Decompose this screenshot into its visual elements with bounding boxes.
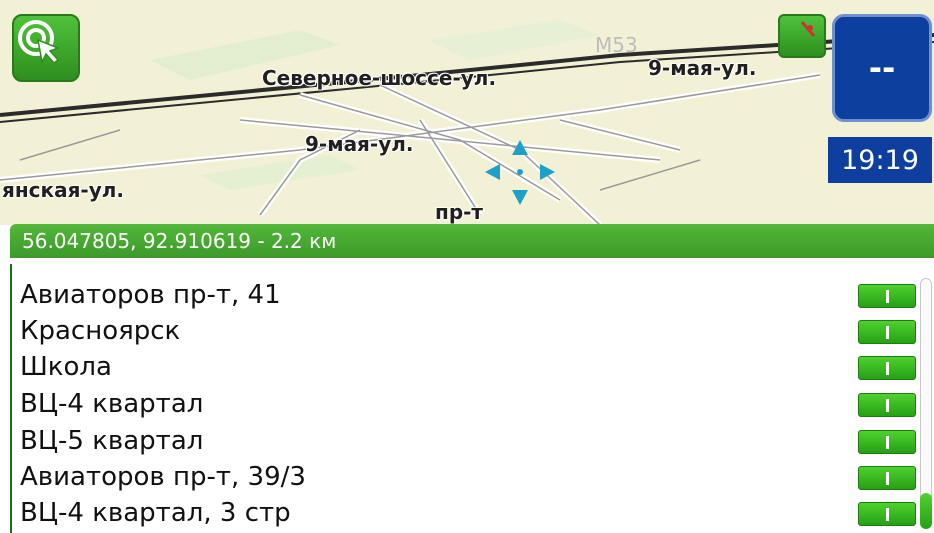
list-item-label: ВЦ-4 квартал	[20, 389, 204, 419]
info-icon	[886, 472, 889, 485]
list-item[interactable]: Авиаторов пр-т, 41	[20, 278, 916, 314]
info-icon	[886, 290, 889, 303]
scrollbar-thumb[interactable]	[920, 493, 932, 529]
street-label-yanskaya: янская-ул.	[2, 178, 125, 202]
list-item-label: ВЦ-4 квартал, 3 стр	[20, 498, 291, 528]
info-icon	[886, 326, 889, 339]
info-icon	[886, 436, 889, 449]
info-icon	[886, 399, 889, 412]
coordinates-bar: 56.047805, 92.910619 - 2.2 км	[10, 224, 934, 258]
list-item-label: Красноярск	[20, 316, 181, 346]
list-item[interactable]: ВЦ-4 квартал, 3 стр	[20, 496, 916, 532]
speed-display: --	[832, 14, 932, 122]
street-label-severnoe: Северное-шоссе-ул.	[262, 66, 497, 90]
list-item[interactable]: Красноярск	[20, 314, 916, 350]
info-button[interactable]	[858, 284, 916, 308]
list-scrollbar[interactable]	[920, 278, 932, 528]
info-icon	[886, 508, 889, 521]
list-item[interactable]: ВЦ-5 квартал	[20, 424, 916, 460]
info-button[interactable]	[858, 320, 916, 344]
list-item-label: Авиаторов пр-т, 39/3	[20, 462, 306, 492]
street-label-9-may-center: 9-мая-ул.	[305, 132, 414, 156]
list-item[interactable]: Школа	[20, 350, 916, 386]
street-label-9-may-right: 9-мая-ул.	[648, 56, 757, 80]
locate-button[interactable]	[12, 14, 80, 82]
info-icon	[886, 362, 889, 375]
list-item-label: Школа	[20, 352, 112, 382]
info-button[interactable]	[858, 430, 916, 454]
list-item[interactable]: ВЦ-4 квартал	[20, 387, 916, 423]
info-button[interactable]	[858, 393, 916, 417]
highway-label-m53: М53	[595, 33, 638, 57]
list-item[interactable]: Авиаторов пр-т, 39/3	[20, 460, 916, 496]
gps-status-icon	[800, 21, 816, 37]
info-button[interactable]	[858, 466, 916, 490]
clock-display: 19:19	[828, 137, 932, 183]
street-label-pr-t: пр-т	[435, 200, 484, 224]
info-button[interactable]	[858, 502, 916, 526]
list-item-label: ВЦ-5 квартал	[20, 426, 204, 456]
target-cursor-icon	[18, 20, 61, 65]
info-button[interactable]	[858, 356, 916, 380]
gps-status-button[interactable]	[778, 14, 826, 58]
list-item-label: Авиаторов пр-т, 41	[20, 280, 281, 310]
results-list[interactable]: Авиаторов пр-т, 41 Красноярск Школа ВЦ-4…	[10, 264, 916, 533]
map-view[interactable]: Северное-шоссе-ул. М53 9-мая-ул. 9-мая-у…	[0, 0, 934, 225]
